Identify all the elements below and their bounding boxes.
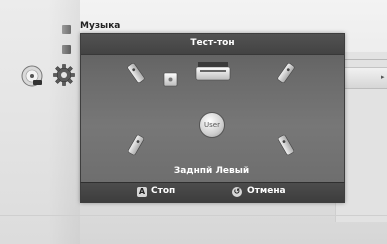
disc-icon[interactable] <box>21 65 43 87</box>
sidebar-shade <box>48 0 80 244</box>
speaker-layout <box>127 62 295 156</box>
subwoofer-icon[interactable] <box>163 72 178 87</box>
cancel-button[interactable]: Отмена <box>247 186 286 196</box>
music-category-icon[interactable] <box>62 25 71 34</box>
return-key-icon: ↺ <box>232 187 242 197</box>
dialog-footer: A Стоп ↺ Отмена <box>80 182 345 203</box>
arrow-right-icon: ▸ <box>381 73 385 81</box>
photo-category-icon[interactable] <box>62 45 71 54</box>
background-menu-title: Музыка <box>80 21 121 31</box>
surround-right-speaker-icon[interactable] <box>277 134 295 156</box>
bottom-divider <box>0 215 387 216</box>
stop-button[interactable]: Стоп <box>151 186 175 196</box>
settings-gear-icon[interactable] <box>52 63 76 87</box>
front-left-speaker-icon[interactable] <box>127 62 145 84</box>
a-key-icon: A <box>137 187 147 197</box>
user-position-icon: User <box>199 112 225 138</box>
current-channel-label: Заднпй Левый <box>173 166 250 176</box>
front-right-speaker-icon[interactable] <box>277 62 295 84</box>
center-speaker-icon[interactable] <box>195 62 231 81</box>
surround-left-speaker-icon[interactable] <box>127 134 145 156</box>
